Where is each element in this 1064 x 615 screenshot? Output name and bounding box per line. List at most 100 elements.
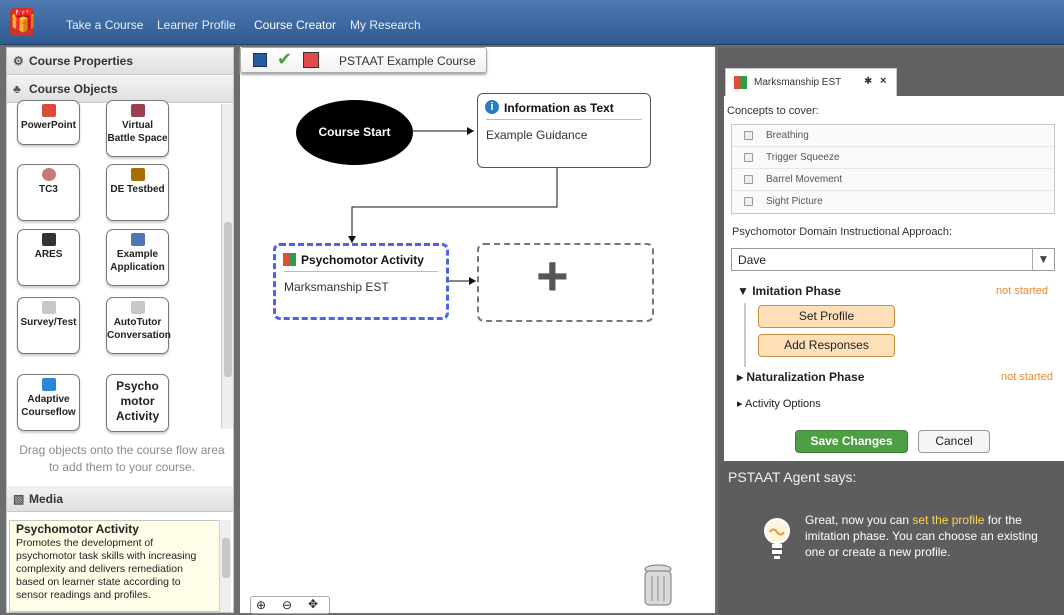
course-properties-header[interactable]: ⚙ Course Properties (7, 48, 233, 75)
lightbulb-icon (763, 517, 791, 561)
tab-title: Marksmanship EST (754, 77, 842, 88)
vbs-icon (130, 104, 145, 117)
naturalization-phase-header[interactable]: ▸ Naturalization Phase (737, 370, 864, 384)
course-object-powerpoint[interactable]: PowerPoint (17, 100, 80, 145)
agent-message-highlight: set the profile (912, 513, 985, 527)
course-object-psychomotor-activity[interactable]: Psycho motor Activity (106, 374, 169, 432)
course-object-autotutor[interactable]: AutoTutor Conversation (106, 297, 171, 354)
ares-icon (41, 233, 56, 246)
save-icon[interactable] (253, 53, 267, 67)
plus-icon: + (536, 244, 569, 307)
export-icon[interactable] (303, 52, 319, 68)
course-object-virtual-battle-space[interactable]: Virtual Battle Space (106, 100, 169, 157)
course-object-adaptive-courseflow[interactable]: Adaptive Courseflow (17, 374, 80, 431)
set-profile-button[interactable]: Set Profile (758, 305, 895, 328)
course-object-label: AutoTutor Conversation (107, 317, 171, 341)
drag-help-text: Drag objects onto the course flow area t… (19, 443, 225, 474)
concept-item-sight-picture[interactable]: Sight Picture (732, 191, 1054, 213)
adaptive-icon (283, 253, 296, 266)
course-object-label: PowerPoint (20, 120, 76, 131)
fit-view-icon[interactable]: ✥ (308, 597, 318, 611)
add-node-placeholder[interactable]: + (477, 243, 654, 322)
checkbox[interactable] (744, 131, 753, 140)
concept-label: Sight Picture (766, 196, 823, 207)
hierarchy-icon: ♣ (13, 82, 21, 96)
pin-icon[interactable]: ✱ (864, 76, 872, 87)
imitation-phase-status: not started (996, 285, 1048, 297)
nav-my-research[interactable]: My Research (350, 18, 421, 32)
course-object-label: DE Testbed (110, 184, 165, 195)
info-icon: i (485, 100, 499, 114)
description-text: Promotes the development of psychomotor … (16, 537, 197, 601)
course-start-node[interactable]: Course Start (296, 100, 413, 165)
description-scrollbar[interactable] (219, 520, 231, 612)
checkbox[interactable] (744, 197, 753, 206)
info-node-divider (486, 119, 642, 120)
psychomotor-activity-node[interactable]: Psychomotor Activity Marksmanship EST (273, 243, 449, 320)
course-object-label: Adaptive Courseflow (21, 394, 76, 418)
concept-item-breathing[interactable]: Breathing (732, 125, 1054, 147)
naturalization-phase-label: Naturalization Phase (746, 370, 865, 384)
agent-message-prefix: Great, now you can (805, 513, 913, 527)
concepts-label: Concepts to cover: (727, 105, 819, 117)
app-window: 🎁 Take a Course Learner Profile Course C… (0, 0, 1064, 615)
concept-item-trigger-squeeze[interactable]: Trigger Squeeze (732, 147, 1054, 169)
imitation-phase-header[interactable]: ▼ Imitation Phase (737, 284, 841, 298)
document-icon (41, 301, 56, 314)
description-scrollbar-thumb[interactable] (222, 538, 230, 578)
course-sidebar: ⚙ Course Properties ♣ Course Objects Pow… (6, 47, 234, 613)
media-label: Media (29, 492, 64, 506)
course-toolbar: ✔ PSTAAT Example Course (240, 47, 487, 73)
de-testbed-icon (130, 168, 145, 181)
objects-scrollbar[interactable] (221, 104, 233, 429)
activity-node-body: Marksmanship EST (284, 280, 389, 294)
marksmanship-est-tab[interactable]: Marksmanship EST ✱ × (725, 68, 897, 96)
nav-take-a-course[interactable]: Take a Course (66, 18, 143, 32)
information-as-text-node[interactable]: i Information as Text Example Guidance (477, 93, 651, 168)
course-object-example-application[interactable]: Example Application (106, 229, 169, 286)
cancel-button[interactable]: Cancel (918, 430, 990, 453)
save-changes-button[interactable]: Save Changes (795, 430, 908, 453)
description-title: Psychomotor Activity (16, 522, 139, 536)
zoom-in-icon[interactable]: ⊕ (256, 598, 266, 612)
nav-learner-profile[interactable]: Learner Profile (157, 18, 236, 32)
close-icon[interactable]: × (880, 75, 886, 87)
instructional-approach-select[interactable]: Dave ▼ (731, 248, 1055, 271)
dropdown-arrow-icon[interactable]: ▼ (1032, 248, 1054, 271)
activity-options-label: Activity Options (744, 398, 821, 410)
course-name: PSTAAT Example Course (339, 54, 476, 68)
course-object-tc3[interactable]: TC3 (17, 164, 80, 221)
add-responses-button[interactable]: Add Responses (758, 334, 895, 357)
agent-title: PSTAAT Agent says: (728, 469, 857, 485)
media-header[interactable]: ▧ Media (7, 486, 233, 512)
check-icon[interactable]: ✔ (277, 49, 292, 70)
gift-logo-icon[interactable]: 🎁 (10, 8, 36, 36)
checkbox[interactable] (744, 175, 753, 184)
trash-can-graphic (644, 564, 672, 606)
concept-label: Barrel Movement (766, 174, 843, 185)
checkbox[interactable] (744, 153, 753, 162)
monitor-icon (130, 233, 145, 246)
course-object-label: Example Application (110, 249, 165, 273)
course-object-survey-test[interactable]: Survey/Test (17, 297, 80, 354)
concepts-list: Breathing Trigger Squeeze Barrel Movemen… (731, 124, 1055, 214)
course-objects-label: Course Objects (29, 82, 118, 96)
course-objects-header[interactable]: ♣ Course Objects (7, 76, 233, 103)
concept-item-barrel-movement[interactable]: Barrel Movement (732, 169, 1054, 191)
media-icon: ▧ (13, 492, 25, 506)
objects-scrollbar-thumb[interactable] (224, 222, 232, 377)
course-object-label: Survey/Test (20, 317, 77, 328)
zoom-controls: ⊕ ⊖ ✥ (250, 596, 330, 614)
trash-can-icon[interactable] (637, 563, 679, 607)
nav-course-creator[interactable]: Course Creator (254, 18, 336, 32)
activity-options-header[interactable]: ▸ Activity Options (737, 397, 821, 410)
course-object-ares[interactable]: ARES (17, 229, 80, 286)
course-properties-label: Course Properties (29, 54, 134, 68)
course-object-de-testbed[interactable]: DE Testbed (106, 164, 169, 221)
course-object-label: Virtual Battle Space (107, 120, 168, 144)
top-navigation-bar: 🎁 Take a Course Learner Profile Course C… (0, 0, 1064, 45)
agent-panel: PSTAAT Agent says: Great, now you can se… (718, 462, 1064, 615)
course-objects-list: PowerPoint Virtual Battle Space TC3 DE T… (7, 100, 233, 482)
concept-label: Trigger Squeeze (766, 152, 840, 163)
zoom-out-icon[interactable]: ⊖ (282, 598, 292, 612)
